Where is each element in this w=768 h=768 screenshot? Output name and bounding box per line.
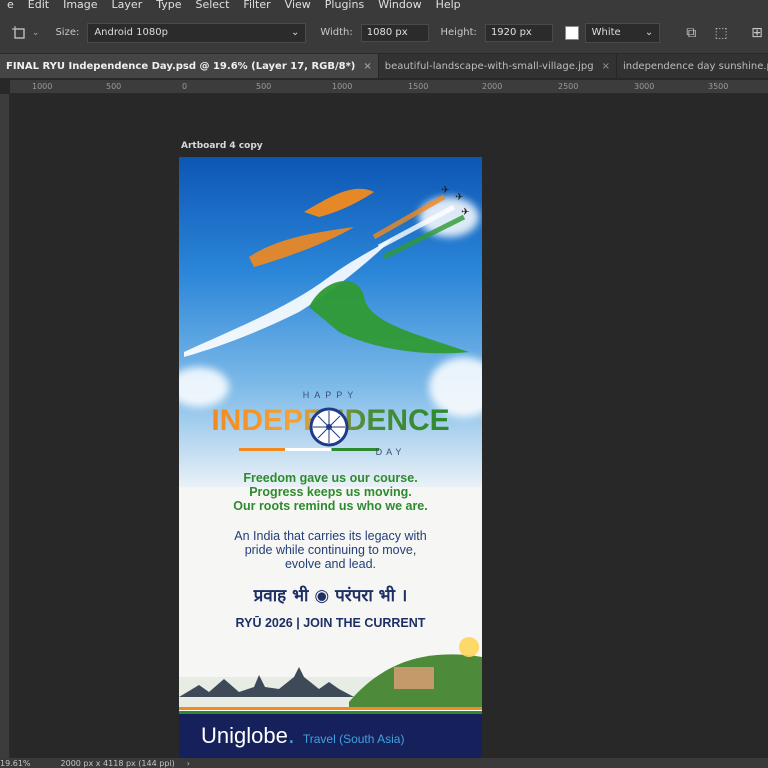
tagline: RYŪ 2026 | JOIN THE CURRENT [235,616,426,630]
menu-item-filter[interactable]: Filter [236,0,277,12]
chevron-down-icon[interactable]: ⌄ [32,28,40,38]
add-artboard-icon[interactable]: ⊞ [746,22,768,44]
tab-sunshine[interactable]: independence day sunshine.psd @ [617,54,768,78]
skyline-illustration [179,637,482,707]
document-info: 2000 px x 4118 px (144 ppi) [60,758,175,768]
green-line: Freedom gave us our course. [243,471,418,485]
size-label: Size: [55,27,80,38]
close-icon[interactable]: × [602,61,610,72]
tab-landscape[interactable]: beautiful-landscape-with-small-village.j… [379,54,617,78]
tab-final-ryu[interactable]: FINAL RYU Independence Day.psd @ 19.6% (… [0,54,379,78]
green-line: Progress keeps us moving. [249,485,412,499]
ruler-tick-label: 500 [256,82,272,91]
chevron-right-icon[interactable]: › [187,759,190,768]
green-message: Freedom gave us our course. Progress kee… [179,471,482,513]
blue-message: An India that carries its legacy with pr… [179,529,482,571]
menu-item-select[interactable]: Select [188,0,236,12]
ruler-tick-label: 1500 [408,82,429,91]
width-field[interactable]: 1080 px [360,23,429,42]
menu-item-image[interactable]: Image [56,0,104,12]
brand-subtitle: Travel (South Asia) [302,732,405,746]
tab-label: beautiful-landscape-with-small-village.j… [384,60,594,72]
size-select-value: Android 1080p [94,27,168,38]
day-text: DAY [375,447,406,457]
ruler-tick-label: 0 [182,82,188,91]
tab-label: FINAL RYU Independence Day.psd @ 19.6% (… [6,60,356,72]
menu-item-view[interactable]: View [278,0,318,12]
happy-text: HAPPY [302,390,359,400]
height-label: Height: [440,27,477,38]
options-bar: ⌄ Size: Android 1080p ⌄ Width: 1080 px H… [0,12,768,54]
fill-color-swatch[interactable] [564,25,579,40]
size-select[interactable]: Android 1080p ⌄ [87,22,307,43]
close-icon[interactable]: × [363,61,371,72]
menu-item-type[interactable]: Type [149,0,188,12]
menu-item-help[interactable]: Help [429,0,468,12]
zoom-level[interactable]: 19.61% [0,759,31,768]
ruler-tick-label: 500 [106,82,122,91]
brand-footer: Uniglobe . Travel (South Asia) [179,714,482,758]
ashoka-chakra-icon [309,407,349,447]
ruler-tick-label: 2000 [482,82,503,91]
artboard-label[interactable]: Artboard 4 copy [181,141,263,151]
svg-text:✈: ✈ [461,207,469,218]
green-line: Our roots remind us who we are. [233,499,428,513]
brand-dot: . [287,723,295,749]
menu-item-layer[interactable]: Layer [105,0,150,12]
artboard[interactable]: ✈ ✈ ✈ HAPPY INDEPENDENCE DAY Freedom gav… [179,157,482,758]
blue-line: An India that carries its legacy with [234,529,427,543]
tricolor-smoke-artwork: ✈ ✈ ✈ [184,185,469,357]
crop-icon[interactable]: ⧉ [680,22,702,44]
blue-line: pride while continuing to move, [244,543,417,557]
menu-item-plugins[interactable]: Plugins [318,0,371,12]
blue-line: evolve and lead. [284,557,377,571]
width-label: Width: [320,27,353,38]
artboard-tool-icon[interactable] [8,22,30,44]
menu-item-file[interactable]: e [0,0,21,12]
ruler-tick-label: 1000 [32,82,53,91]
menu-bar: e Edit Image Layer Type Select Filter Vi… [0,0,768,12]
status-bar: 19.61% 2000 px x 4118 px (144 ppi) › [0,758,768,768]
tab-label: independence day sunshine.psd @ [622,60,768,72]
rotate-icon[interactable]: ⬚ [710,22,732,44]
menu-item-window[interactable]: Window [371,0,428,12]
fill-select[interactable]: White ⌄ [584,22,661,43]
ruler-tick-label: 3500 [708,82,729,91]
menu-item-edit[interactable]: Edit [21,0,56,12]
ruler-tick-label: 1000 [332,82,353,91]
hindi-slogan: प्रवाह भी ◉ परंपरा भी । [253,586,408,606]
height-field[interactable]: 1920 px [484,23,553,42]
ruler-tick-label: 3000 [634,82,655,91]
fill-select-value: White [591,27,621,38]
vertical-ruler [0,94,10,758]
document-tabs: FINAL RYU Independence Day.psd @ 19.6% (… [0,54,768,78]
horizontal-ruler: 1000 500 0 500 1000 1500 2000 2500 3000 … [10,80,768,94]
chevron-down-icon: ⌄ [290,27,300,38]
ruler-tick-label: 2500 [558,82,579,91]
chevron-down-icon: ⌄ [644,27,654,38]
brand-name: Uniglobe [201,723,288,748]
svg-text:✈: ✈ [441,185,449,196]
svg-text:✈: ✈ [455,192,463,203]
